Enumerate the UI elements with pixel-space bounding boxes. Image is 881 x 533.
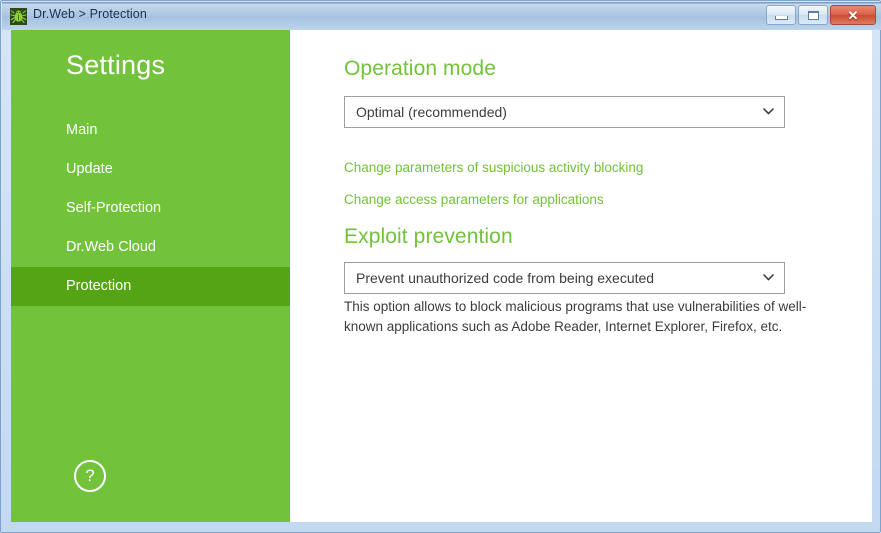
sidebar-item-self-protection[interactable]: Self-Protection [11, 189, 290, 228]
link-change-suspicious-activity-parameters[interactable]: Change parameters of suspicious activity… [344, 160, 643, 175]
chevron-down-icon [763, 274, 774, 281]
drweb-spider-icon [10, 8, 27, 25]
chevron-down-icon [763, 108, 774, 115]
maximize-icon [807, 10, 819, 20]
close-icon: ✕ [847, 7, 859, 23]
sidebar-title: Settings [66, 50, 166, 80]
sidebar-item-label: Self-Protection [66, 200, 162, 216]
minimize-button[interactable] [766, 5, 796, 25]
sidebar-item-drweb-cloud[interactable]: Dr.Web Cloud [11, 228, 290, 267]
minimize-icon [774, 16, 788, 20]
operation-mode-heading: Operation mode [344, 57, 496, 80]
help-button[interactable]: ? [74, 460, 106, 492]
operation-mode-value: Optimal (recommended) [356, 104, 507, 120]
exploit-prevention-description: This option allows to block malicious pr… [344, 299, 807, 334]
window-frame: Dr.Web > Protection ✕ Settings Main Upda… [0, 0, 881, 533]
sidebar-item-update[interactable]: Update [11, 150, 290, 189]
question-mark-icon: ? [85, 466, 95, 485]
sidebar-item-label: Update [66, 161, 113, 177]
sidebar-item-protection[interactable]: Protection [11, 267, 290, 306]
exploit-prevention-dropdown[interactable]: Prevent unauthorized code from being exe… [344, 262, 785, 294]
window-controls: ✕ [766, 5, 876, 25]
main-content: Operation mode Optimal (recommended) Cha… [290, 30, 872, 522]
operation-mode-dropdown[interactable]: Optimal (recommended) [344, 96, 785, 128]
sidebar-nav: Main Update Self-Protection Dr.Web Cloud… [11, 111, 290, 306]
maximize-button[interactable] [798, 5, 828, 25]
window-title: Dr.Web > Protection [33, 7, 147, 21]
sidebar-item-label: Protection [66, 278, 132, 294]
application-window: Dr.Web > Protection ✕ Settings Main Upda… [0, 0, 881, 533]
sidebar-item-label: Dr.Web Cloud [66, 239, 156, 255]
sidebar-item-label: Main [66, 122, 98, 138]
client-area: Settings Main Update Self-Protection Dr.… [11, 30, 872, 522]
link-change-access-parameters[interactable]: Change access parameters for application… [344, 192, 604, 207]
sidebar-item-main[interactable]: Main [11, 111, 290, 150]
exploit-prevention-heading: Exploit prevention [344, 225, 513, 248]
close-button[interactable]: ✕ [830, 5, 876, 25]
sidebar: Settings Main Update Self-Protection Dr.… [11, 30, 290, 522]
title-bar: Dr.Web > Protection ✕ [2, 2, 881, 30]
exploit-prevention-value: Prevent unauthorized code from being exe… [356, 270, 655, 286]
